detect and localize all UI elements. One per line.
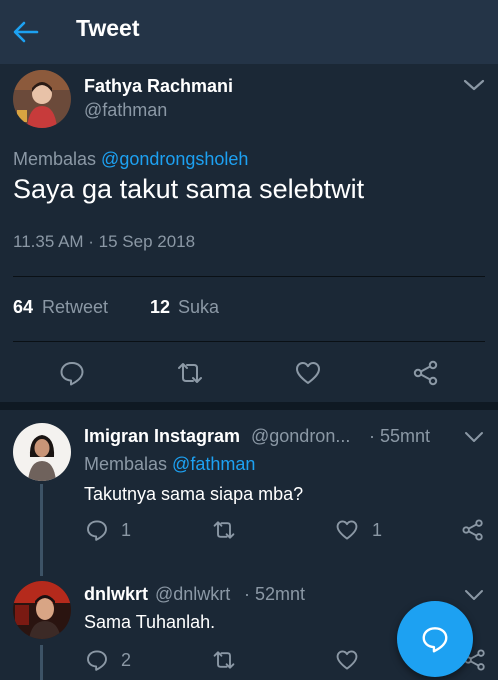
reply-more-options-button[interactable] xyxy=(463,429,485,445)
like-count[interactable]: 12 xyxy=(150,297,170,318)
reply-comment-button[interactable] xyxy=(84,517,110,543)
reply-context: Membalas @fathman xyxy=(84,454,255,475)
avatar[interactable] xyxy=(13,70,71,128)
comment-icon xyxy=(87,520,107,541)
divider xyxy=(13,276,485,277)
reply-author-handle[interactable]: @gondron... xyxy=(251,426,350,447)
divider xyxy=(13,341,485,342)
reply-retweet-button[interactable] xyxy=(211,647,237,673)
author-name[interactable]: Fathya Rachmani xyxy=(84,76,233,97)
back-button[interactable] xyxy=(12,18,40,46)
reply-prefix: Membalas xyxy=(84,454,168,474)
reply-share-button[interactable] xyxy=(460,517,486,543)
reply-context: Membalas @gondrongsholeh xyxy=(13,149,248,170)
reply-retweet-button[interactable] xyxy=(211,517,237,543)
retweet-count[interactable]: 64 xyxy=(13,297,33,318)
reply-time[interactable]: · 55mnt xyxy=(369,426,430,447)
chevron-down-icon xyxy=(463,79,485,91)
reply-time[interactable]: · 52mnt xyxy=(244,584,305,605)
retweet-icon xyxy=(178,363,202,383)
reply-text: Takutnya sama siapa mba? xyxy=(84,484,304,504)
top-bar: Tweet xyxy=(0,0,498,64)
page-title: Tweet xyxy=(76,15,140,41)
reply-author-name[interactable]: dnlwkrt xyxy=(84,584,148,605)
reply-comment-count: 2 xyxy=(121,650,132,670)
tweet-text: Saya ga takut sama selebtwit xyxy=(13,174,365,204)
share-icon xyxy=(413,360,438,386)
comment-icon xyxy=(87,650,107,671)
reply-to-link[interactable]: @gondrongsholeh xyxy=(101,149,248,169)
comment-icon xyxy=(60,362,84,386)
retweet-label[interactable]: Retweet xyxy=(42,297,108,318)
heart-icon xyxy=(336,650,358,670)
compose-reply-icon xyxy=(422,627,448,653)
reply-author-handle[interactable]: @dnlwkrt xyxy=(155,584,230,605)
reply-avatar[interactable] xyxy=(13,423,71,481)
reply-comment-count: 1 xyxy=(121,520,132,540)
retweet-icon xyxy=(213,521,235,539)
share-button[interactable] xyxy=(411,358,441,388)
author-handle[interactable]: @fathman xyxy=(84,100,167,121)
retweet-icon xyxy=(213,651,235,669)
reply-comment-button[interactable] xyxy=(84,647,110,673)
arrow-left-icon xyxy=(13,21,39,43)
reply-more-options-button[interactable] xyxy=(463,587,485,603)
heart-icon xyxy=(296,362,320,384)
chevron-down-icon xyxy=(465,432,483,442)
like-label[interactable]: Suka xyxy=(178,297,219,318)
reply-like-count: 1 xyxy=(372,520,383,540)
share-icon xyxy=(462,519,483,541)
chevron-down-icon xyxy=(465,590,483,600)
thread-line xyxy=(40,484,43,576)
more-options-button[interactable] xyxy=(462,76,486,94)
reply-avatar[interactable] xyxy=(13,581,71,639)
reply-like-button[interactable] xyxy=(334,647,360,673)
retweet-button[interactable] xyxy=(175,358,205,388)
reply-text: Sama Tuhanlah. xyxy=(84,612,216,632)
reply-button[interactable] xyxy=(57,358,87,388)
like-button[interactable] xyxy=(293,358,323,388)
reply-to-link[interactable]: @fathman xyxy=(172,454,255,474)
reply-prefix: Membalas xyxy=(13,149,97,169)
tweet-timestamp[interactable]: 11.35 AM · 15 Sep 2018 xyxy=(13,232,195,252)
reply-author-name[interactable]: Imigran Instagram xyxy=(84,426,240,447)
compose-reply-button[interactable] xyxy=(397,601,473,677)
thread-line xyxy=(40,645,43,680)
section-separator xyxy=(0,402,498,410)
heart-icon xyxy=(336,520,358,540)
reply-like-button[interactable] xyxy=(334,517,360,543)
